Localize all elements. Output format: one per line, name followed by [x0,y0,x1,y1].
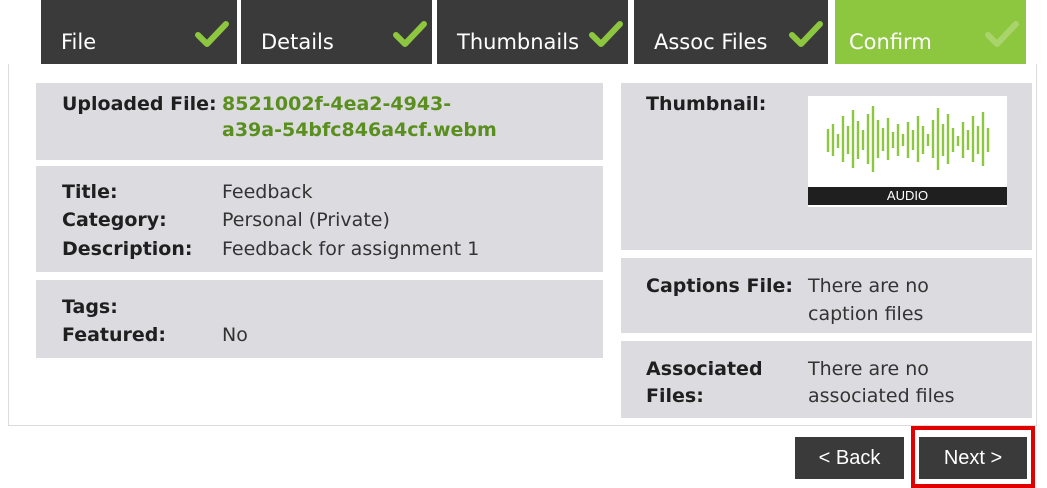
tab-confirm[interactable]: Confirm [835,0,1026,64]
captions-value-cont: caption files [808,303,924,325]
uploaded-file-name: 8521002f-4ea2-4943- [222,93,452,115]
check-icon [195,21,229,47]
uploaded-file-name-cont: a39a-54bfc846a4cf.webm [222,119,497,141]
tab-thumbnails-label: Thumbnails [457,30,580,54]
check-icon [393,21,427,47]
check-icon [789,21,823,47]
title-value: Feedback [222,181,313,203]
description-value: Feedback for assignment 1 [222,238,480,260]
tab-file[interactable]: File [41,0,237,64]
audio-waveform-icon [826,106,990,172]
details-panel: Title: Feedback Category: Personal (Priv… [36,166,603,272]
tab-thumbnails[interactable]: Thumbnails [437,0,628,64]
uploaded-file-panel: Uploaded File: 8521002f-4ea2-4943- a39a-… [36,83,603,160]
check-icon [589,21,623,47]
thumbnail-label: Thumbnail: [646,93,767,115]
description-label: Description: [62,238,193,260]
tab-confirm-label: Confirm [849,30,932,54]
associated-files-value: There are no [808,358,929,380]
tags-panel: Tags: Featured: No [36,280,603,358]
featured-label: Featured: [62,324,166,346]
title-label: Title: [62,181,118,203]
associated-files-label: Associated [646,358,763,380]
associated-files-panel: Associated Files: There are no associate… [621,341,1032,418]
uploaded-file-label: Uploaded File: [62,93,217,115]
check-icon [985,21,1019,47]
category-value: Personal (Private) [222,209,390,231]
captions-value: There are no [808,275,929,297]
audio-thumbnail: AUDIO [808,96,1007,207]
next-button-highlight [911,426,1035,488]
audio-banner: AUDIO [808,187,1007,205]
tab-details-label: Details [261,30,334,54]
tab-assoc-files-label: Assoc Files [654,30,768,54]
captions-panel: Captions File: There are no caption file… [621,258,1032,333]
tab-assoc-files[interactable]: Assoc Files [634,0,828,64]
captions-label: Captions File: [646,275,793,297]
category-label: Category: [62,209,167,231]
tab-file-label: File [61,30,97,54]
back-button[interactable]: < Back [795,437,904,479]
featured-value: No [222,324,248,346]
associated-files-value-cont: associated files [808,385,955,407]
tab-details[interactable]: Details [241,0,432,64]
associated-files-label-cont: Files: [646,385,704,407]
thumbnail-panel: Thumbnail: AUDIO [621,83,1032,250]
tags-label: Tags: [62,296,118,318]
